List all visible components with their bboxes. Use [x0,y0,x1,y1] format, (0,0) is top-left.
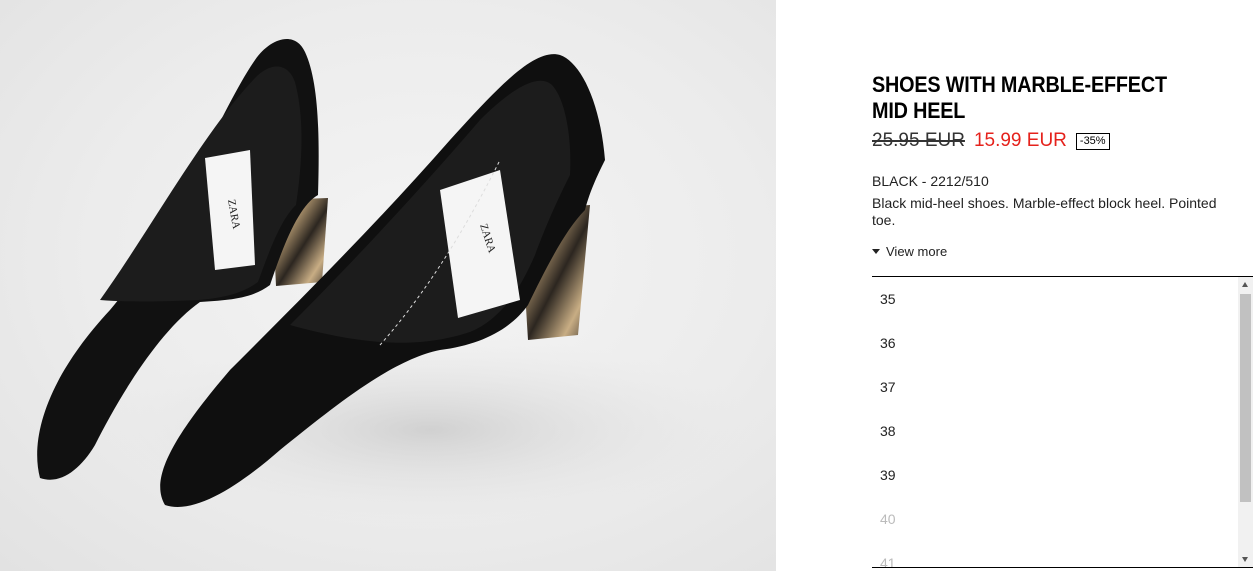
shoe-pair-illustration: ZARA ZARA [37,38,760,525]
size-option[interactable]: 39 [872,453,1253,497]
color-reference: BLACK - 2212/510 [872,173,989,189]
size-option[interactable]: 37 [872,365,1253,409]
view-more-link[interactable]: View more [872,244,947,259]
scrollbar[interactable] [1238,277,1253,567]
arrow-up-icon [1242,282,1248,287]
original-price: 25.95 EUR [872,130,965,151]
product-info-panel: SHOES WITH MARBLE-EFFECT MID HEEL 25.95 … [872,0,1253,571]
size-option-unavailable[interactable]: 40 [872,497,1253,541]
size-list: 35 36 37 38 39 40 41 [872,277,1253,567]
product-description: Black mid-heel shoes. Marble-effect bloc… [872,195,1217,228]
size-option[interactable]: 36 [872,321,1253,365]
product-image[interactable]: ZARA ZARA [0,0,776,571]
caret-down-icon [872,249,880,254]
arrow-down-icon [1242,557,1248,562]
discount-badge: -35% [1075,132,1110,150]
price-row: 25.95 EUR 15.99 EUR -35% [872,129,1110,153]
scroll-up-button[interactable] [1238,277,1253,292]
sale-price: 15.99 EUR [973,130,1067,151]
size-option[interactable]: 38 [872,409,1253,453]
scroll-down-button[interactable] [1238,552,1253,567]
size-option-unavailable[interactable]: 41 [872,541,1253,567]
scrollbar-thumb[interactable] [1240,294,1251,502]
size-option[interactable]: 35 [872,277,1253,321]
view-more-label: View more [886,244,948,259]
size-selector[interactable]: 35 36 37 38 39 40 41 [872,276,1253,568]
product-title: SHOES WITH MARBLE-EFFECT MID HEEL [872,72,1167,123]
